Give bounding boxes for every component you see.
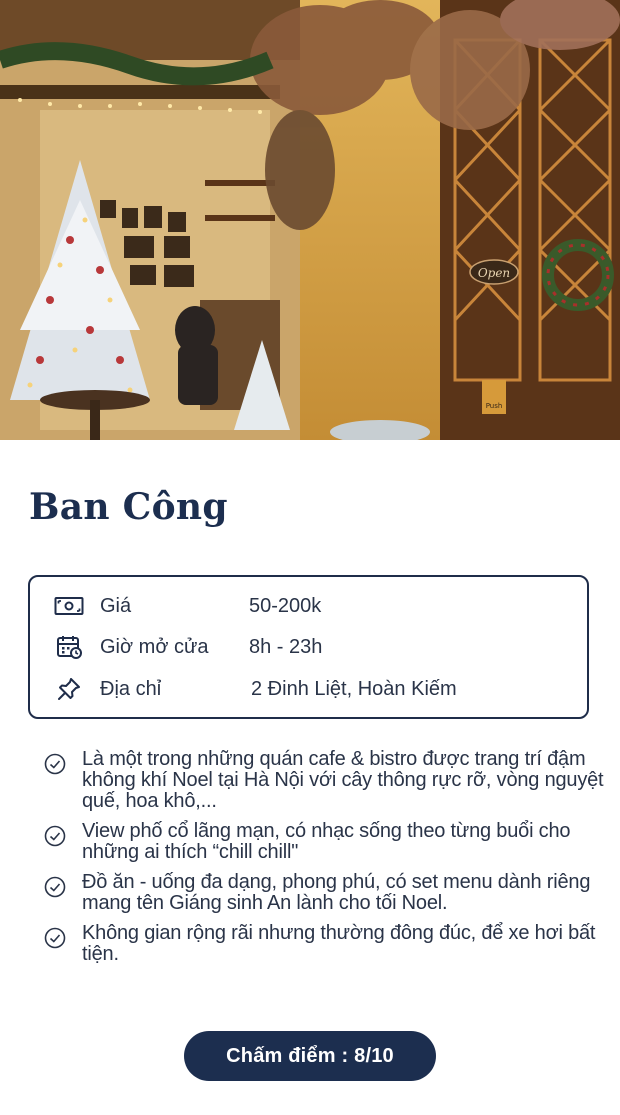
highlights-list: Là một trong những quán cafe & bistro đư… (44, 749, 604, 974)
place-title: Ban Công (29, 486, 228, 528)
list-item: View phố cổ lãng mạn, có nhạc sống theo … (44, 821, 604, 863)
list-item: Là một trong những quán cafe & bistro đư… (44, 749, 604, 812)
highlight-text: Đồ ăn - uống đa dạng, phong phú, có set … (82, 871, 591, 914)
hours-label: Giờ mở cửa (100, 635, 209, 658)
price-label: Giá (100, 594, 132, 617)
open-sign: Open (469, 259, 519, 285)
cafe-photo: Open Push (0, 0, 620, 440)
price-value: 50-200k (249, 594, 322, 617)
list-item: Đồ ăn - uống đa dạng, phong phú, có set … (44, 872, 604, 914)
svg-text:Push: Push (486, 402, 503, 410)
push-sign: Push (482, 380, 506, 414)
pin-icon (54, 676, 84, 702)
hours-value: 8h - 23h (249, 635, 323, 658)
money-icon (54, 593, 84, 619)
check-circle-icon (44, 876, 66, 898)
highlight-text: View phố cổ lãng mạn, có nhạc sống theo … (82, 820, 571, 863)
check-circle-icon (44, 753, 66, 775)
check-circle-icon (44, 927, 66, 949)
highlight-text: Không gian rộng rãi nhưng thường đông đú… (82, 922, 596, 965)
info-row-address: Địa chỉ 2 Đinh Liệt, Hoàn Kiếm (30, 674, 587, 704)
highlight-text: Là một trong những quán cafe & bistro đư… (82, 748, 604, 812)
score-badge: Chấm điểm : 8/10 (184, 1031, 436, 1081)
svg-text:Open: Open (478, 266, 510, 280)
calendar-clock-icon (54, 634, 84, 660)
address-label: Địa chỉ (100, 677, 162, 700)
list-item: Không gian rộng rãi nhưng thường đông đú… (44, 923, 604, 965)
check-circle-icon (44, 825, 66, 847)
cafe-photo-illustration: Open Push (0, 0, 620, 440)
info-row-hours: Giờ mở cửa 8h - 23h (30, 632, 587, 662)
info-row-price: Giá 50-200k (30, 591, 587, 621)
address-value: 2 Đinh Liệt, Hoàn Kiếm (251, 677, 457, 700)
info-box: Giá 50-200k Giờ mở cửa 8h - 23h Địa chỉ … (28, 575, 589, 719)
